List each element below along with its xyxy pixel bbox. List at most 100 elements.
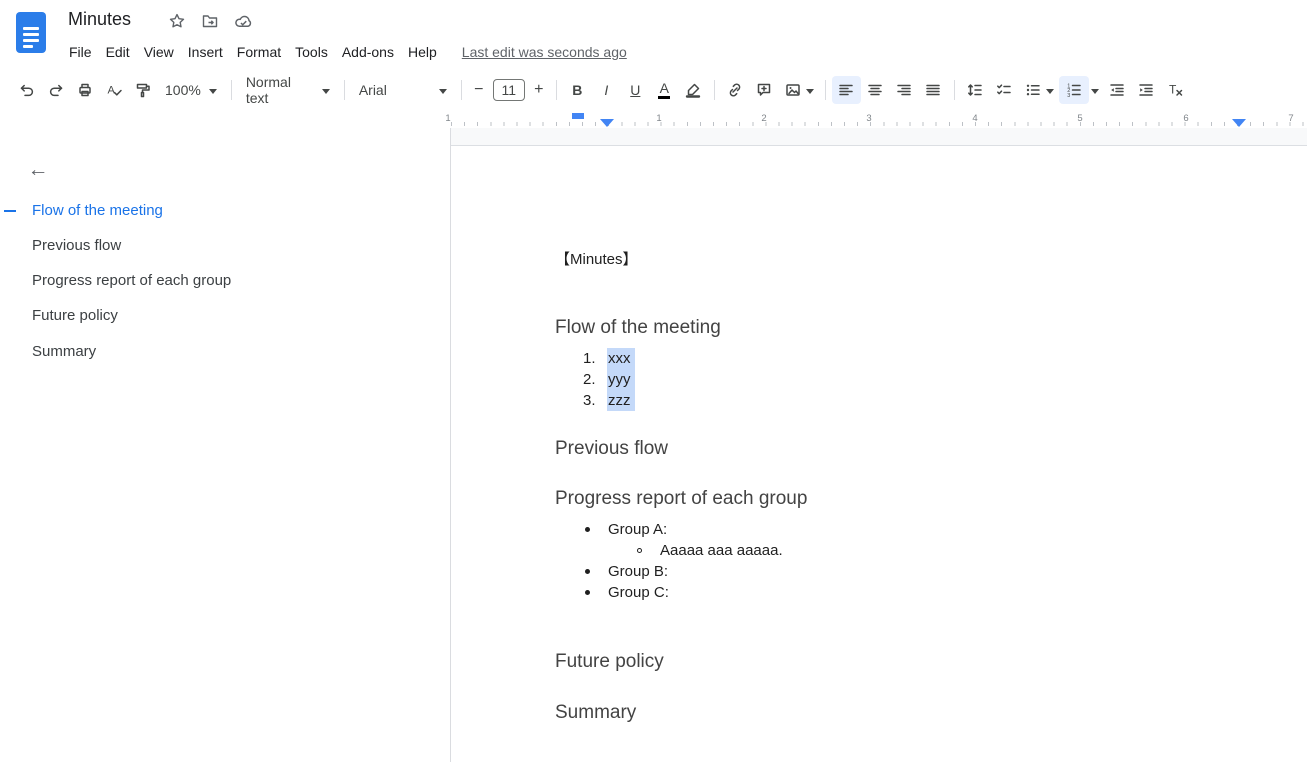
ruler-label: 2	[759, 113, 769, 124]
ruler-label: 3	[864, 113, 874, 124]
first-line-indent-marker[interactable]	[572, 113, 584, 119]
italic-button[interactable]: I	[592, 76, 621, 104]
document-status-button[interactable]	[233, 11, 253, 31]
font-value: Arial	[359, 82, 387, 98]
list-number: 3.	[583, 390, 607, 411]
bullet-text[interactable]: Group B:	[608, 561, 668, 582]
outline-item-previous-flow[interactable]: Previous flow	[32, 234, 121, 258]
redo-button[interactable]	[41, 76, 70, 104]
menu-format[interactable]: Format	[230, 39, 288, 65]
list-number: 2.	[583, 369, 607, 390]
document-page[interactable]: 【Minutes】 Flow of the meeting 1. xxx 2. …	[451, 145, 1307, 762]
bullet-list-item[interactable]: Group C:	[585, 582, 669, 603]
increase-indent-button[interactable]	[1132, 76, 1161, 104]
menu-addons[interactable]: Add-ons	[335, 39, 401, 65]
text-color-icon: A	[658, 82, 670, 99]
paragraph-styles-select[interactable]: Normal text	[238, 76, 338, 104]
align-center-icon	[866, 81, 884, 99]
clear-formatting-button[interactable]: T	[1161, 76, 1190, 104]
bullet-list-item[interactable]: Group A:	[585, 519, 667, 540]
numbered-list-item[interactable]: 2. yyy	[583, 369, 635, 390]
paint-format-button[interactable]	[128, 76, 157, 104]
dropdown-arrow-icon[interactable]	[1091, 89, 1099, 94]
outline-item-future-policy[interactable]: Future policy	[32, 304, 118, 328]
decrease-font-size-button[interactable]: −	[468, 76, 490, 104]
horizontal-ruler[interactable]: 1 1 2 3 4 5 6 7	[0, 110, 1307, 128]
decrease-indent-button[interactable]	[1103, 76, 1132, 104]
insert-image-button[interactable]	[779, 76, 819, 104]
menu-file[interactable]: File	[62, 39, 99, 65]
doc-heading-future[interactable]: Future policy	[555, 650, 664, 674]
menu-edit[interactable]: Edit	[99, 39, 137, 65]
bullet-text[interactable]: Group A:	[608, 519, 667, 540]
doc-title-line[interactable]: 【Minutes】	[555, 249, 638, 270]
active-outline-marker	[4, 210, 16, 212]
line-spacing-button[interactable]	[961, 76, 990, 104]
star-button[interactable]	[167, 11, 187, 31]
outline-item-summary[interactable]: Summary	[32, 340, 96, 364]
last-edit-link[interactable]: Last edit was seconds ago	[462, 44, 627, 60]
numbered-list-button[interactable]: 123	[1059, 76, 1089, 104]
dropdown-arrow-icon	[322, 89, 330, 94]
outline-item-progress-report[interactable]: Progress report of each group	[32, 269, 231, 293]
highlight-color-button[interactable]	[679, 76, 708, 104]
line-spacing-icon	[966, 81, 984, 99]
bullet-list-item[interactable]: Group B:	[585, 561, 668, 582]
bullet-marker	[585, 569, 590, 574]
undo-button[interactable]	[12, 76, 41, 104]
text-color-button[interactable]: A	[650, 76, 679, 104]
numbered-list-item[interactable]: 1. xxx	[583, 348, 635, 369]
redo-icon	[47, 81, 65, 99]
bulleted-list-button[interactable]	[1019, 76, 1059, 104]
justify-button[interactable]	[919, 76, 948, 104]
left-indent-marker[interactable]	[600, 119, 614, 127]
dropdown-arrow-icon	[806, 89, 814, 94]
bullet-list-subitem[interactable]: Aaaaa aaa aaaaa.	[637, 540, 783, 561]
toolbar-separator	[714, 80, 715, 100]
menu-view[interactable]: View	[137, 39, 181, 65]
font-size-input[interactable]: 11	[493, 79, 525, 101]
docs-logo-icon[interactable]	[16, 12, 46, 53]
add-comment-button[interactable]	[750, 76, 779, 104]
menu-tools[interactable]: Tools	[288, 39, 335, 65]
zoom-value: 100%	[165, 82, 201, 98]
bullet-text[interactable]: Group C:	[608, 582, 669, 603]
editor-canvas: 【Minutes】 Flow of the meeting 1. xxx 2. …	[451, 128, 1307, 762]
font-family-select[interactable]: Arial	[351, 76, 455, 104]
checklist-icon	[995, 81, 1013, 99]
ruler-label: 1	[654, 113, 664, 124]
bullet-marker	[585, 527, 590, 532]
doc-heading-summary[interactable]: Summary	[555, 701, 636, 725]
numbered-list-item[interactable]: 3. zzz	[583, 390, 635, 411]
zoom-select[interactable]: 100%	[157, 76, 225, 104]
move-to-folder-button[interactable]	[200, 11, 220, 31]
doc-heading-flow[interactable]: Flow of the meeting	[555, 316, 721, 340]
selected-text[interactable]: xxx	[607, 348, 635, 369]
toolbar-separator	[954, 80, 955, 100]
align-left-button[interactable]	[832, 76, 861, 104]
close-outline-button[interactable]: ←	[24, 156, 52, 184]
outline-item-flow-of-the-meeting[interactable]: Flow of the meeting	[32, 199, 163, 223]
increase-font-size-button[interactable]: +	[528, 76, 550, 104]
selected-text[interactable]: zzz	[607, 390, 635, 411]
align-right-button[interactable]	[890, 76, 919, 104]
underline-button[interactable]: U	[621, 76, 650, 104]
insert-link-button[interactable]	[721, 76, 750, 104]
spellcheck-button[interactable]: A	[99, 76, 128, 104]
menu-insert[interactable]: Insert	[181, 39, 230, 65]
document-title-input[interactable]: Minutes	[68, 9, 131, 30]
checklist-button[interactable]	[990, 76, 1019, 104]
print-button[interactable]	[70, 76, 99, 104]
svg-text:T: T	[1169, 83, 1177, 97]
selected-text[interactable]: yyy	[607, 369, 635, 390]
bullet-text[interactable]: Aaaaa aaa aaaaa.	[660, 540, 783, 561]
decrease-indent-icon	[1108, 81, 1126, 99]
menu-help[interactable]: Help	[401, 39, 444, 65]
bullet-marker	[585, 590, 590, 595]
align-center-button[interactable]	[861, 76, 890, 104]
align-right-icon	[895, 81, 913, 99]
doc-heading-previous[interactable]: Previous flow	[555, 437, 668, 461]
doc-heading-progress[interactable]: Progress report of each group	[555, 487, 807, 511]
bold-button[interactable]: B	[563, 76, 592, 104]
right-indent-marker[interactable]	[1232, 119, 1246, 127]
